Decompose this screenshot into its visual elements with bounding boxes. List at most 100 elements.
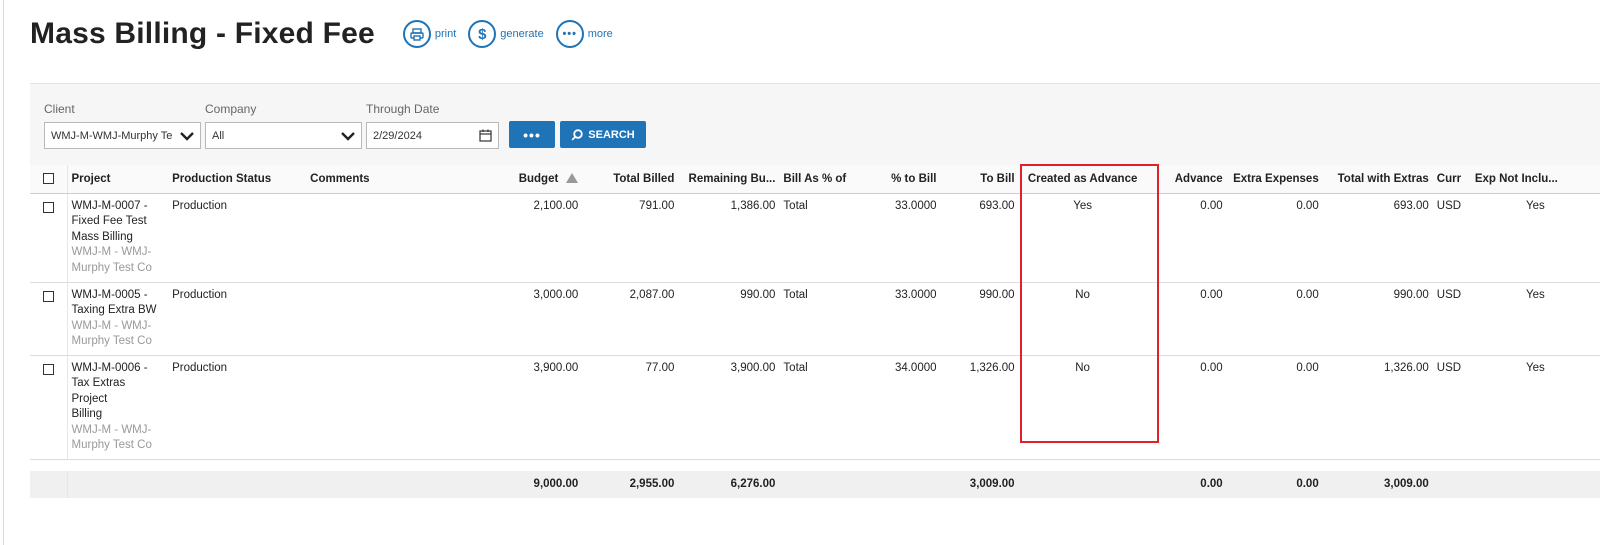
- col-budget-label: Budget: [518, 172, 559, 185]
- col-total-billed[interactable]: Total Billed: [582, 165, 679, 194]
- project-name: WMJ-M-0007 -: [71, 199, 148, 212]
- exp-not-included-cell: Yes: [1470, 193, 1600, 283]
- bill-as-cell[interactable]: Total: [779, 355, 865, 460]
- project-name: WMJ-M-0006 -: [71, 361, 148, 374]
- col-advance[interactable]: Advance: [1146, 165, 1227, 194]
- totals-blank: [779, 471, 865, 498]
- exp-not-included-cell: Yes: [1470, 355, 1600, 460]
- total-with-extras: 3,009.00: [1322, 471, 1433, 498]
- col-project[interactable]: Project: [67, 165, 169, 194]
- table-row[interactable]: WMJ-M-0005 - Taxing Extra BW WMJ-M - WMJ…: [30, 282, 1600, 356]
- totals-blank: [864, 471, 941, 498]
- col-pct-to-bill[interactable]: % to Bill: [864, 165, 941, 194]
- created-as-advance-cell: No: [1018, 282, 1147, 356]
- chevron-down-icon: [180, 131, 194, 141]
- print-button[interactable]: print: [402, 20, 457, 48]
- extra-expenses-cell: 0.00: [1226, 355, 1323, 460]
- advance-cell: 0.00: [1146, 282, 1227, 356]
- generate-button[interactable]: $ generate: [468, 20, 544, 48]
- col-budget[interactable]: Budget: [428, 165, 583, 194]
- col-total-with-extras[interactable]: Total with Extras: [1322, 165, 1433, 194]
- total-to-bill: 3,009.00: [940, 471, 1019, 498]
- pct-to-bill-cell[interactable]: 33.0000: [864, 282, 941, 356]
- totals-blank: [67, 471, 169, 498]
- project-client: Murphy Test Co: [71, 335, 152, 347]
- production-status-cell: Production: [168, 282, 307, 356]
- to-bill-cell[interactable]: 990.00: [940, 282, 1019, 356]
- project-cell[interactable]: WMJ-M-0006 - Tax Extras Project Billing …: [67, 355, 169, 460]
- budget-cell: 2,100.00: [428, 193, 583, 283]
- budget-cell: 3,900.00: [428, 355, 583, 460]
- row-checkbox[interactable]: [42, 290, 54, 302]
- sort-asc-icon: [566, 172, 579, 183]
- chevron-down-icon: [341, 131, 355, 141]
- print-label: print: [434, 28, 457, 40]
- filter-more-button[interactable]: •••: [509, 121, 555, 148]
- bill-as-cell[interactable]: Total: [779, 282, 865, 356]
- printer-icon: [402, 20, 431, 48]
- to-bill-cell[interactable]: 1,326.00: [940, 355, 1019, 460]
- billing-table: Project Production Status Comments Budge…: [30, 165, 1600, 498]
- pct-to-bill-cell[interactable]: 33.0000: [864, 193, 941, 283]
- extra-expenses-cell: 0.00: [1226, 282, 1323, 356]
- company-value: All: [212, 129, 225, 142]
- totals-blank: [1018, 471, 1147, 498]
- table-row[interactable]: WMJ-M-0006 - Tax Extras Project Billing …: [30, 355, 1600, 460]
- to-bill-cell[interactable]: 693.00: [940, 193, 1019, 283]
- comments-cell[interactable]: [306, 193, 429, 283]
- col-to-bill[interactable]: To Bill: [940, 165, 1019, 194]
- total-remaining-budget: 6,276.00: [678, 471, 780, 498]
- row-checkbox[interactable]: [42, 201, 54, 213]
- total-extra-expenses: 0.00: [1226, 471, 1323, 498]
- dollar-icon: $: [468, 20, 497, 48]
- client-value: WMJ-M-WMJ-Murphy Te: [51, 129, 173, 142]
- remaining-budget-cell: 3,900.00: [678, 355, 780, 460]
- search-button[interactable]: SEARCH: [560, 121, 646, 148]
- total-with-extras-cell: 990.00: [1322, 282, 1433, 356]
- row-select-cell: [30, 282, 68, 356]
- comments-cell[interactable]: [306, 355, 429, 460]
- generate-label: generate: [500, 28, 544, 40]
- table-row[interactable]: WMJ-M-0007 - Fixed Fee Test Mass Billing…: [30, 193, 1600, 283]
- bill-as-cell[interactable]: Total: [779, 193, 865, 283]
- curr-cell: USD: [1432, 355, 1471, 460]
- total-billed-cell: 2,087.00: [582, 282, 679, 356]
- totals-row: 9,000.00 2,955.00 6,276.00 3,009.00 0.00…: [30, 471, 1600, 498]
- project-cell[interactable]: WMJ-M-0007 - Fixed Fee Test Mass Billing…: [67, 193, 169, 283]
- left-panel-edge: [0, 0, 4, 545]
- project-cell[interactable]: WMJ-M-0005 - Taxing Extra BW WMJ-M - WMJ…: [67, 282, 169, 356]
- comments-cell[interactable]: [306, 282, 429, 356]
- client-field: Client WMJ-M-WMJ-Murphy Te: [44, 102, 201, 149]
- through-date-value: 2/29/2024: [373, 129, 422, 142]
- row-select-cell: [30, 193, 68, 283]
- col-bill-as[interactable]: Bill As % of: [779, 165, 865, 194]
- col-exp-not-included[interactable]: Exp Not Inclu...: [1470, 165, 1600, 194]
- project-name: Fixed Fee Test: [71, 215, 147, 227]
- project-client: WMJ-M - WMJ-: [71, 246, 152, 258]
- production-status-cell: Production: [168, 355, 307, 460]
- table-spacer: [30, 459, 1600, 471]
- col-remaining-budget[interactable]: Remaining Bu...: [678, 165, 780, 194]
- col-comments[interactable]: Comments: [306, 165, 429, 194]
- through-date-input[interactable]: 2/29/2024: [366, 122, 499, 149]
- col-extra-expenses[interactable]: Extra Expenses: [1226, 165, 1323, 194]
- more-button[interactable]: ••• more: [555, 20, 613, 48]
- remaining-budget-cell: 1,386.00: [678, 193, 780, 283]
- select-all-checkbox[interactable]: [42, 173, 54, 185]
- col-curr[interactable]: Curr: [1432, 165, 1471, 194]
- totals-blank: [1470, 471, 1600, 498]
- total-with-extras-cell: 1,326.00: [1322, 355, 1433, 460]
- company-select[interactable]: All: [205, 122, 362, 149]
- pct-to-bill-cell[interactable]: 34.0000: [864, 355, 941, 460]
- created-as-advance-cell: Yes: [1018, 193, 1147, 283]
- row-checkbox[interactable]: [42, 363, 54, 375]
- col-production-status[interactable]: Production Status: [168, 165, 307, 194]
- total-with-extras-cell: 693.00: [1322, 193, 1433, 283]
- col-created-as-advance[interactable]: Created as Advance: [1018, 165, 1147, 194]
- project-client: WMJ-M - WMJ-: [71, 319, 152, 332]
- through-date-label: Through Date: [366, 102, 440, 116]
- client-select[interactable]: WMJ-M-WMJ-Murphy Te: [44, 122, 201, 149]
- total-advance: 0.00: [1146, 471, 1227, 498]
- calendar-icon[interactable]: [479, 129, 492, 142]
- client-label: Client: [44, 102, 75, 116]
